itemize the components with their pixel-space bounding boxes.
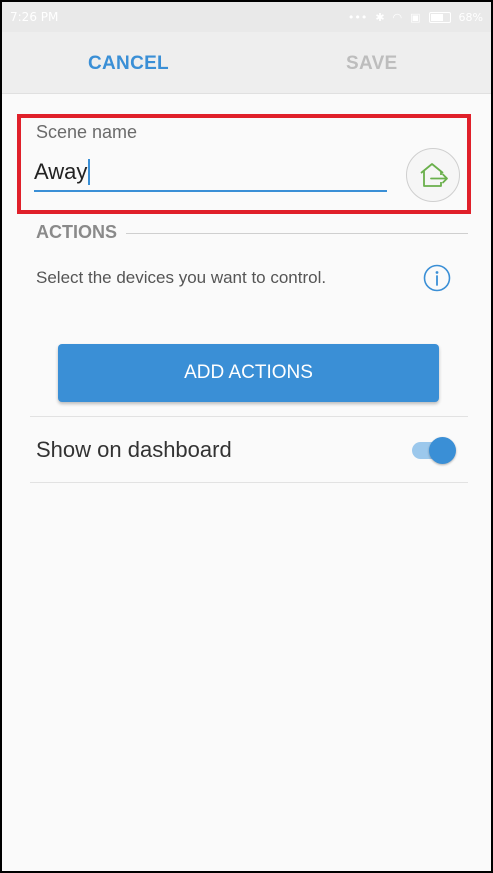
show-on-dashboard-label: Show on dashboard — [36, 437, 232, 462]
text-caret — [88, 159, 91, 185]
sim-icon: ▣ — [410, 10, 421, 24]
bluetooth-icon: ✱ — [375, 10, 385, 24]
wifi-icon: ◠ — [392, 10, 403, 24]
dashboard-divider-bottom — [30, 482, 468, 483]
save-button[interactable]: SAVE — [346, 32, 398, 94]
battery-percent: 68% — [458, 10, 483, 24]
more-icon: ••• — [347, 10, 368, 24]
status-time: 7:26 PM — [10, 10, 59, 24]
app-frame: 7:26 PM ••• ✱ ◠ ▣ 68% CANCEL SAVE Scene … — [0, 0, 493, 873]
status-icons: ••• ✱ ◠ ▣ 68% — [348, 11, 483, 24]
scene-icon-button[interactable] — [406, 148, 460, 202]
cancel-button[interactable]: CANCEL — [88, 32, 169, 94]
info-icon[interactable] — [423, 264, 451, 292]
dashboard-divider-top — [30, 416, 468, 417]
scene-name-input[interactable]: Away — [34, 154, 387, 192]
status-bar: 7:26 PM ••• ✱ ◠ ▣ 68% — [2, 2, 491, 32]
scene-name-value: Away — [34, 159, 88, 184]
add-actions-button[interactable]: ADD ACTIONS — [58, 344, 439, 402]
toolbar: CANCEL SAVE — [2, 32, 491, 94]
home-exit-icon — [420, 163, 448, 187]
dashboard-toggle-knob[interactable] — [429, 437, 456, 464]
scene-name-label: Scene name — [36, 122, 138, 142]
battery-icon — [428, 11, 451, 23]
actions-description: Select the devices you want to control. — [36, 268, 327, 287]
actions-header: ACTIONS — [36, 222, 117, 242]
actions-divider — [126, 233, 468, 234]
